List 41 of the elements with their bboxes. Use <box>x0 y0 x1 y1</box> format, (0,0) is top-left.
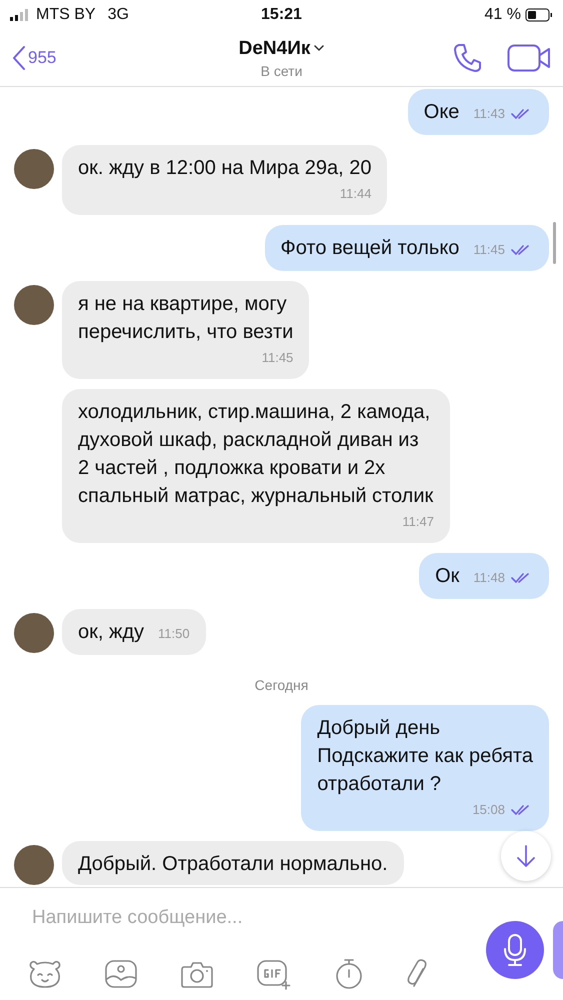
message-input[interactable]: Напишите сообщение... <box>30 906 454 930</box>
scroll-down-button[interactable] <box>501 831 551 881</box>
message-text: Добрый. Отработали нормально. <box>78 853 388 875</box>
message-time: 15:08 <box>472 801 505 819</box>
message-text: Добрый день Подскажите как ребята отработали ? <box>317 717 533 795</box>
back-chevron-icon <box>12 45 26 71</box>
clock-time: 15:21 <box>261 6 302 23</box>
message-time: 11:47 <box>402 513 434 531</box>
message-text: Оке <box>424 100 460 125</box>
message-text: Ок <box>435 564 460 589</box>
message-time: 11:45 <box>262 349 294 367</box>
battery-percent: 41 % <box>484 6 521 24</box>
message-time: 11:50 <box>158 625 190 643</box>
image-icon[interactable] <box>104 959 138 989</box>
arrow-down-icon <box>516 844 536 868</box>
bear-face-icon[interactable] <box>28 959 62 989</box>
message-text: ок. жду в 12:00 на Мира 29а, 20 <box>78 157 372 179</box>
message-text: Фото вещей только <box>280 236 460 261</box>
message-time: 11:48 <box>473 569 505 587</box>
battery-icon <box>525 8 553 22</box>
carrier-name: MTS BY <box>36 6 96 24</box>
message-time: 11:43 <box>473 105 505 123</box>
message-text: ок, жду <box>78 620 144 645</box>
date-separator: Сегодня <box>254 677 308 693</box>
phone-icon[interactable] <box>453 43 481 73</box>
camera-icon[interactable] <box>180 959 214 989</box>
side-action-button[interactable] <box>553 921 563 979</box>
online-status: В сети <box>260 62 302 78</box>
message-text: холодильник, стир.машина, 2 камода, духовой шкаф, раскладной диван из 2 частей , подложка кровати и 2х спальный матрас, журнальный столик <box>78 401 434 507</box>
microphone-icon <box>503 933 527 967</box>
message-text: я не на квартире, могу перечислить, что везти <box>78 293 294 343</box>
video-camera-icon[interactable] <box>507 44 551 72</box>
message-time: 11:44 <box>340 185 372 203</box>
contact-name[interactable]: DeN4Ик <box>238 38 310 60</box>
back-button[interactable]: 955 <box>12 45 132 71</box>
signal-icon <box>10 9 30 21</box>
gif-icon[interactable] <box>256 958 292 990</box>
network-type: 3G <box>108 6 129 24</box>
chevron-down-icon <box>314 45 324 52</box>
timer-icon[interactable] <box>334 958 364 990</box>
message-time: 11:45 <box>473 241 505 259</box>
